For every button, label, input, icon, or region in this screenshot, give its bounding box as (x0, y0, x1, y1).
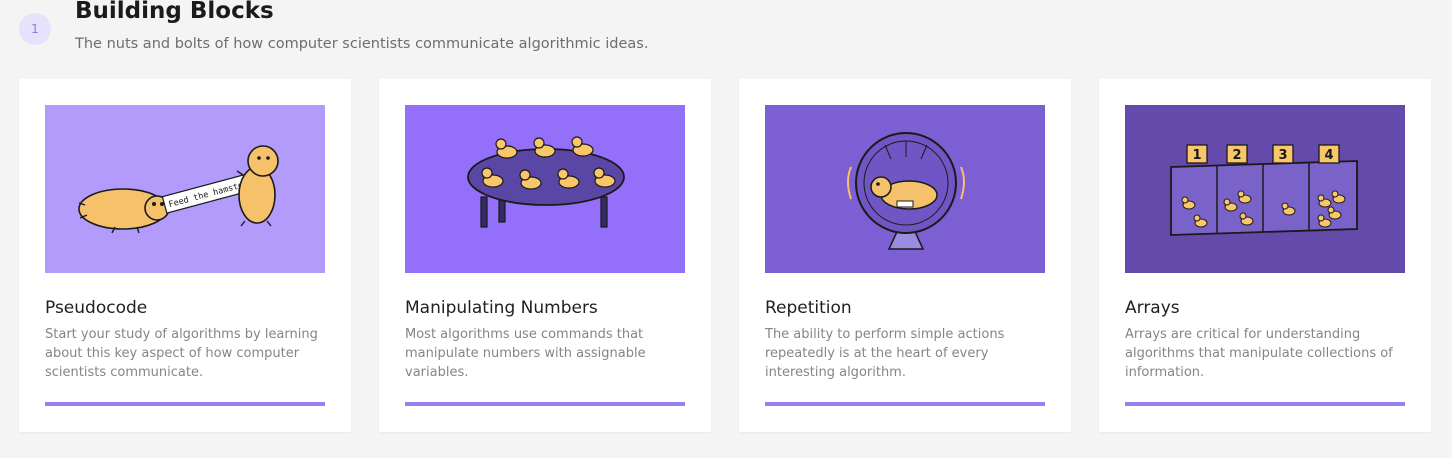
hamster-standing-head (247, 145, 279, 177)
course-card-pseudocode[interactable]: Feed the hamster Pseudocode Start your s… (19, 79, 351, 432)
card-description: Start your study of algorithms by learni… (45, 327, 318, 380)
card-title: Pseudocode (45, 298, 148, 318)
card-illustration-arrays: 1 2 3 4 (1125, 105, 1405, 273)
card-title: Manipulating Numbers (405, 298, 598, 318)
hamsters-illustration: Feed the hamster (45, 105, 325, 273)
card-illustration-pseudocode: Feed the hamster (45, 105, 325, 273)
progress-bar (405, 402, 685, 406)
svg-text:2: 2 (1232, 148, 1241, 163)
card-title: Arrays (1125, 298, 1180, 318)
course-card-arrays[interactable]: 1 2 3 4 Arrays Arrays are critical for u… (1099, 79, 1431, 432)
bin-label-4: 4 (1318, 144, 1340, 164)
illustration-background (45, 105, 325, 273)
bin-label-3: 3 (1272, 144, 1294, 164)
progress-fill (1125, 402, 1405, 406)
card-title: Repetition (765, 298, 852, 318)
section-title: Building Blocks (75, 0, 274, 24)
progress-fill (765, 402, 1045, 406)
svg-text:3: 3 (1278, 148, 1287, 163)
bin-label-1: 1 (1186, 144, 1208, 164)
progress-fill (45, 402, 325, 406)
ducks-on-table-illustration (405, 105, 685, 273)
course-card-manipulating-numbers[interactable]: Manipulating Numbers Most algorithms use… (379, 79, 711, 432)
progress-bar (1125, 402, 1405, 406)
progress-fill (405, 402, 685, 406)
section-subtitle: The nuts and bolts of how computer scien… (75, 36, 649, 52)
svg-text:4: 4 (1324, 148, 1333, 163)
step-number-badge: 1 (19, 13, 51, 45)
card-description: Most algorithms use commands that manipu… (405, 327, 646, 380)
course-card-repetition[interactable]: Repetition The ability to perform simple… (739, 79, 1071, 432)
section-header: 1 Building Blocks The nuts and bolts of … (0, 0, 1452, 70)
hamster-wheel-illustration (765, 105, 1045, 273)
card-description: Arrays are critical for understanding al… (1125, 327, 1393, 380)
card-illustration-manipulating-numbers (405, 105, 685, 273)
card-illustration-repetition (765, 105, 1045, 273)
bin-label-2: 2 (1226, 144, 1248, 164)
card-description: The ability to perform simple actions re… (765, 327, 1005, 380)
bins-illustration: 1 2 3 4 (1125, 105, 1405, 273)
progress-bar (45, 402, 325, 406)
progress-bar (765, 402, 1045, 406)
svg-text:1: 1 (1192, 148, 1201, 163)
